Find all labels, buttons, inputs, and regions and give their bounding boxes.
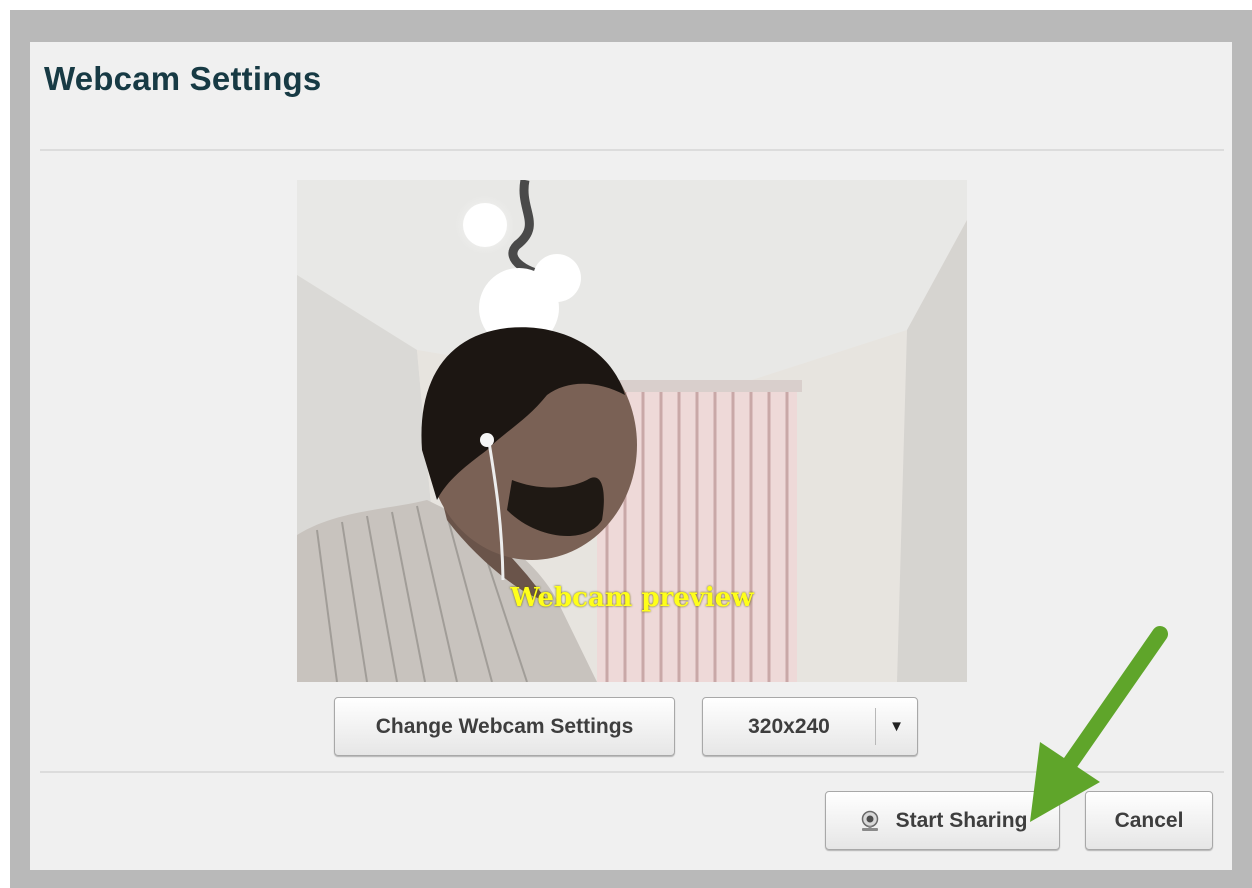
start-sharing-label: Start Sharing [895, 808, 1028, 832]
annotation-arrow-icon [1030, 626, 1168, 822]
webcam-icon [858, 809, 882, 833]
dialog-title: Webcam Settings [44, 60, 322, 97]
resolution-value: 320x240 [748, 714, 830, 738]
triangle-down-icon[interactable]: ▼ [876, 718, 917, 735]
webcam-preview-label: Webcam preview [510, 583, 754, 613]
webcam-preview: Webcam preview [297, 180, 967, 682]
header-divider [40, 149, 1224, 151]
resolution-select[interactable]: 320x240 ▼ [702, 697, 918, 756]
change-webcam-settings-button[interactable]: Change Webcam Settings [334, 697, 675, 756]
change-webcam-settings-label: Change Webcam Settings [375, 714, 634, 738]
webcam-settings-dialog: Webcam Settings Webcam preview Change We… [30, 42, 1232, 870]
